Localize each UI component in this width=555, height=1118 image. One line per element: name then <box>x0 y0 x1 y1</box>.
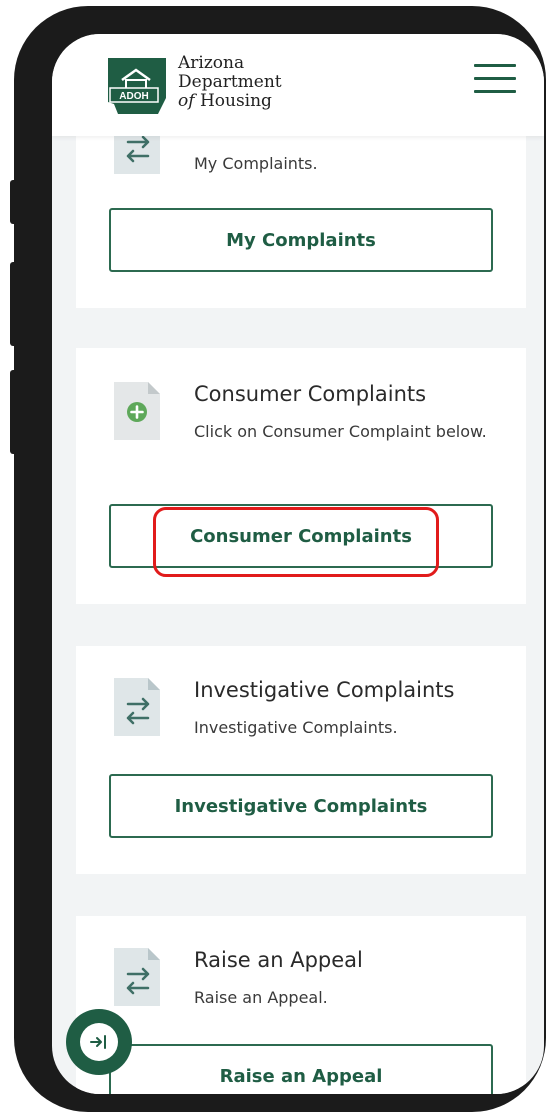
logo-of: of <box>178 91 195 111</box>
phone-screen: My Complaints. My Complaints Consumer Co… <box>52 34 544 1094</box>
expand-arrow-icon <box>90 1035 106 1049</box>
phone-frame: My Complaints. My Complaints Consumer Co… <box>10 6 546 1112</box>
fab-inner <box>80 1023 118 1061</box>
logo-line-department: Department <box>178 72 282 92</box>
investigative-complaints-button[interactable]: Investigative Complaints <box>109 774 493 838</box>
my-complaints-button[interactable]: My Complaints <box>109 208 493 272</box>
card-raise-appeal: Raise an Appeal Raise an Appeal. Raise a… <box>76 916 526 1094</box>
phone-volume-up-button <box>10 262 18 346</box>
phone-volume-down-button <box>10 370 18 454</box>
card-description: My Complaints. <box>194 154 318 173</box>
card-description: Click on Consumer Complaint below. <box>194 422 487 441</box>
hamburger-menu-icon[interactable] <box>474 64 516 100</box>
card-investigative-complaints: Investigative Complaints Investigative C… <box>76 646 526 874</box>
expand-fab-button[interactable] <box>66 1009 132 1075</box>
document-plus-icon <box>114 382 160 440</box>
logo-line-housing: of Housing <box>178 92 282 111</box>
hamburger-line <box>474 64 516 67</box>
logo-text: Arizona Department of Housing <box>178 54 282 111</box>
site-header: ADOH Arizona Department of Housing <box>52 34 544 136</box>
logo-line-arizona: Arizona <box>178 53 245 73</box>
card-title: Consumer Complaints <box>194 382 427 406</box>
highlight-annotation <box>153 507 439 577</box>
hamburger-line <box>474 77 516 80</box>
phone-side-button <box>10 180 18 224</box>
logo-badge-text: ADOH <box>119 91 148 102</box>
card-description: Investigative Complaints. <box>194 718 398 737</box>
hamburger-line <box>474 90 516 93</box>
transfer-arrows-icon <box>114 678 160 736</box>
card-title: Raise an Appeal <box>194 948 363 972</box>
raise-appeal-button[interactable]: Raise an Appeal <box>109 1044 493 1094</box>
logo-housing: Housing <box>199 91 272 111</box>
adoh-logo-icon[interactable]: ADOH <box>104 52 170 118</box>
card-description: Raise an Appeal. <box>194 988 328 1007</box>
card-title: Investigative Complaints <box>194 678 455 702</box>
transfer-arrows-icon <box>114 948 160 1006</box>
content-area: My Complaints. My Complaints Consumer Co… <box>52 34 544 1094</box>
